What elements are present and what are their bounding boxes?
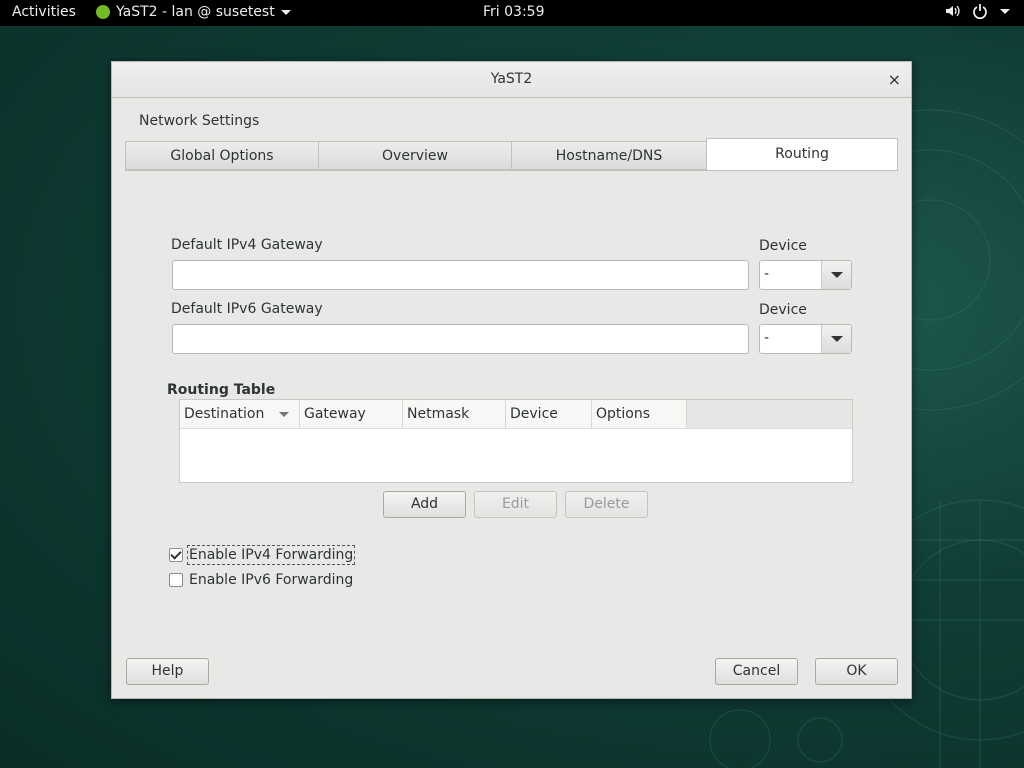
chevron-down-icon <box>280 9 291 15</box>
section-title: Network Settings <box>139 113 260 129</box>
ipv6-forwarding-row[interactable]: Enable IPv6 Forwarding <box>169 572 353 588</box>
app-menu-label: YaST2 - lan @ susetest <box>116 4 275 20</box>
yast-window: YaST2 × Network Settings Global Options … <box>111 61 912 699</box>
column-label: Device <box>510 406 558 422</box>
routing-table-title: Routing Table <box>167 382 276 398</box>
routing-table[interactable]: Destination Gateway Netmask Device Optio… <box>179 399 853 483</box>
ipv6-gateway-input[interactable] <box>172 324 749 354</box>
add-button[interactable]: Add <box>383 491 466 518</box>
tab-hostname-dns[interactable]: Hostname/DNS <box>511 141 707 170</box>
ipv6-forwarding-checkbox[interactable] <box>169 573 183 587</box>
ipv6-device-combo[interactable]: - <box>759 324 852 354</box>
delete-button[interactable]: Delete <box>565 491 648 518</box>
ipv6-device-value: - <box>764 330 770 346</box>
power-icon <box>973 4 987 19</box>
tab-global-options[interactable]: Global Options <box>125 141 319 170</box>
window-titlebar[interactable]: YaST2 × <box>112 62 911 98</box>
ipv6-gateway-label: Default IPv6 Gateway <box>171 301 323 317</box>
tab-routing[interactable]: Routing <box>706 138 898 171</box>
ipv4-gateway-label: Default IPv4 Gateway <box>171 237 323 253</box>
chevron-down-icon <box>1000 8 1010 14</box>
ipv4-device-value: - <box>764 266 770 282</box>
ipv4-gateway-input[interactable] <box>172 260 749 290</box>
activities-button[interactable]: Activities <box>12 4 76 20</box>
dropdown-button[interactable] <box>821 261 851 289</box>
header-filler <box>687 400 852 428</box>
app-menu[interactable]: YaST2 - lan @ susetest <box>96 4 291 20</box>
column-gateway[interactable]: Gateway <box>300 400 403 428</box>
tab-bar: Global Options Overview Hostname/DNS Rou… <box>125 138 898 171</box>
ipv6-device-label: Device <box>759 302 807 318</box>
ipv4-forwarding-row[interactable]: Enable IPv4 Forwarding <box>169 545 356 565</box>
cancel-button[interactable]: Cancel <box>715 658 798 685</box>
volume-icon <box>946 5 960 17</box>
close-icon[interactable]: × <box>888 70 901 89</box>
sort-descending-icon <box>279 412 289 417</box>
tab-overview[interactable]: Overview <box>318 141 512 170</box>
column-label: Options <box>596 406 651 422</box>
column-netmask[interactable]: Netmask <box>403 400 506 428</box>
ipv4-device-combo[interactable]: - <box>759 260 852 290</box>
column-label: Netmask <box>407 406 470 422</box>
help-button[interactable]: Help <box>126 658 209 685</box>
table-header: Destination Gateway Netmask Device Optio… <box>180 400 852 429</box>
column-label: Gateway <box>304 406 366 422</box>
ipv4-forwarding-label: Enable IPv4 Forwarding <box>186 545 356 565</box>
top-bar: Activities YaST2 - lan @ susetest Fri 03… <box>0 0 1024 26</box>
window-title: YaST2 <box>490 71 533 87</box>
ipv4-forwarding-checkbox[interactable] <box>169 548 183 562</box>
ok-button[interactable]: OK <box>815 658 898 685</box>
column-device[interactable]: Device <box>506 400 592 428</box>
yast-app-icon <box>96 5 110 19</box>
column-destination[interactable]: Destination <box>180 400 300 428</box>
chevron-down-icon <box>831 272 843 278</box>
tab-divider <box>125 170 898 172</box>
chevron-down-icon <box>831 336 843 342</box>
ipv6-forwarding-label: Enable IPv6 Forwarding <box>189 572 354 588</box>
column-options[interactable]: Options <box>592 400 687 428</box>
edit-button[interactable]: Edit <box>474 491 557 518</box>
column-label: Destination <box>184 406 265 422</box>
clock[interactable]: Fri 03:59 <box>483 4 544 20</box>
system-status-menu[interactable] <box>944 3 1010 19</box>
ipv4-device-label: Device <box>759 238 807 254</box>
dropdown-button[interactable] <box>821 325 851 353</box>
